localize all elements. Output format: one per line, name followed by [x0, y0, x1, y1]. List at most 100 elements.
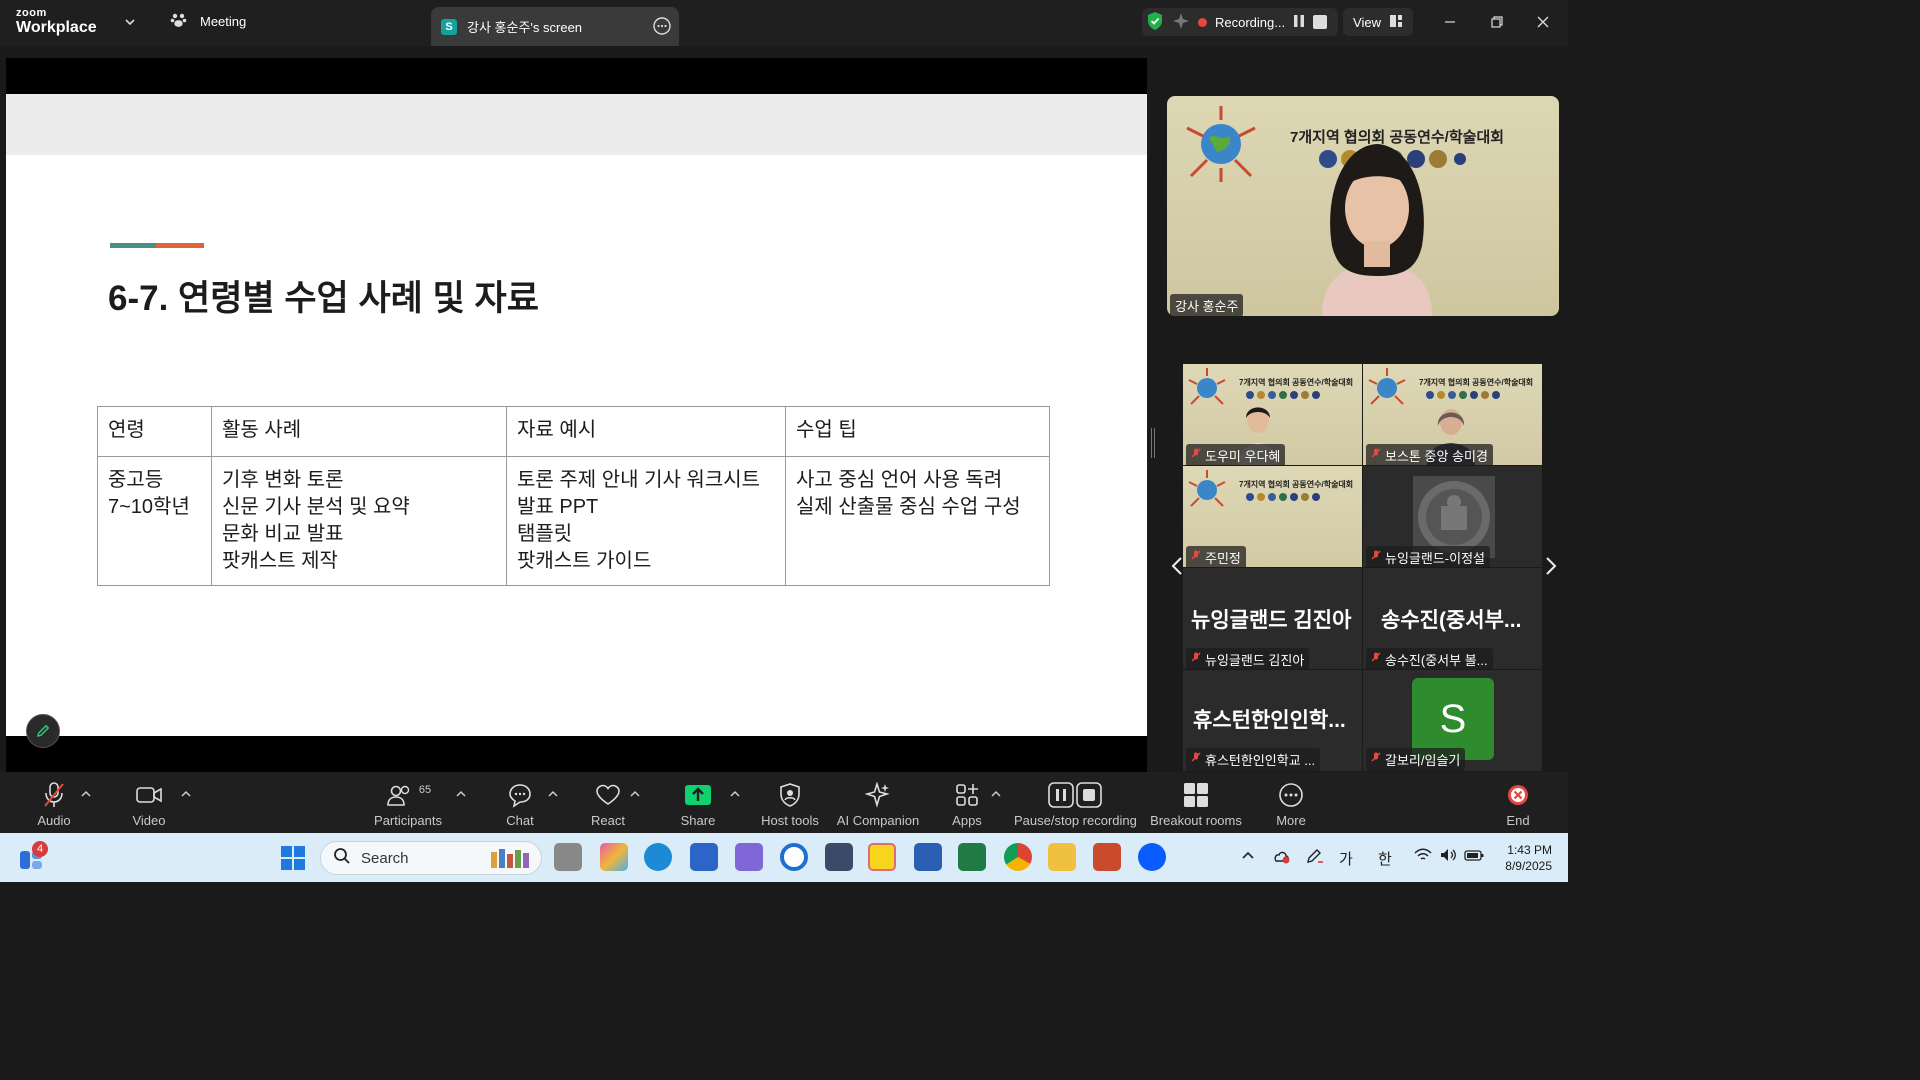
video-options-icon[interactable] [181, 790, 191, 801]
more-button[interactable]: More [1270, 780, 1312, 828]
kakaotalk-app-icon[interactable] [868, 843, 896, 871]
audio-options-icon[interactable] [81, 790, 91, 801]
participants-options-icon[interactable] [456, 790, 466, 801]
gallery-prev-icon[interactable] [1170, 556, 1184, 582]
chrome-app-icon[interactable] [1004, 843, 1032, 871]
apps-options-icon[interactable] [991, 790, 1001, 801]
presentation-slide: 6-7. 연령별 수업 사례 및 자료 연령 활동 사례 자료 예시 수업 팁 … [6, 94, 1147, 736]
chat-button[interactable]: Chat [500, 780, 540, 828]
audio-label: Audio [37, 813, 71, 828]
apps-button[interactable]: Apps [946, 780, 988, 828]
folder-app-icon[interactable] [1048, 843, 1076, 871]
ime-language[interactable]: 한 [1378, 848, 1392, 869]
word-app-icon[interactable] [914, 843, 942, 871]
restore-icon[interactable] [1486, 11, 1508, 33]
meeting-tab-label: Meeting [200, 14, 247, 29]
volume-icon[interactable] [1440, 848, 1458, 866]
host-tools-button[interactable]: Host tools [758, 780, 822, 828]
participants-button[interactable]: 65 Participants [370, 780, 446, 828]
circle-app-icon[interactable] [780, 843, 808, 871]
table-header-row: 연령 활동 사례 자료 예시 수업 팁 [97, 406, 1050, 457]
powerpoint-app-icon[interactable] [1093, 843, 1121, 871]
more-options-icon[interactable] [653, 17, 671, 38]
taskbar-search[interactable]: Search [320, 841, 542, 875]
participant-tile[interactable]: 뉴잉글랜드 김진아 뉴잉글랜드 김진아 [1183, 568, 1362, 669]
globe-logo-icon [1188, 368, 1226, 405]
participants-count: 65 [418, 784, 432, 796]
pause-stop-recording-button[interactable]: Pause/stop recording [1014, 780, 1137, 828]
tab-shared-screen[interactable]: S 강사 홍순주's screen [431, 7, 679, 46]
panel-resize-handle[interactable] [1151, 428, 1155, 458]
participant-tile[interactable]: 뉴잉글랜드-이정설 [1363, 466, 1542, 567]
react-options-icon[interactable] [630, 790, 640, 801]
battery-icon[interactable] [1464, 848, 1484, 866]
notepad-app-icon[interactable] [735, 843, 763, 871]
participant-display-name: 뉴잉글랜드 김진아 [1191, 609, 1352, 632]
ai-sparkle-icon[interactable] [1172, 12, 1190, 33]
wifi-icon[interactable] [1414, 848, 1432, 866]
gallery-next-icon[interactable] [1544, 556, 1558, 582]
cell-line: 신문 기사 분석 및 요약 [222, 496, 410, 518]
cell-line: 팟캐스트 가이드 [517, 550, 652, 572]
excel-app-icon[interactable] [958, 843, 986, 871]
breakout-rooms-button[interactable]: Breakout rooms [1150, 780, 1242, 828]
chevron-down-icon[interactable] [124, 15, 136, 33]
tile-banner-text: 7개지역 협의회 공동연수/학술대회 [1239, 480, 1354, 489]
participant-name: 송수진(중서부 볼... [1385, 653, 1488, 668]
tile-name-tag: 도우미 우다혜 [1186, 444, 1286, 465]
participant-tile[interactable]: 7개지역 협의회 공동연수/학술대회 주민정 [1183, 466, 1362, 567]
screenshot-app-icon[interactable] [825, 843, 853, 871]
zoom-workplace-logo[interactable]: zoom Workplace [16, 8, 97, 36]
video-label: Video [132, 813, 166, 828]
audio-button[interactable]: Audio [30, 780, 78, 828]
view-button[interactable]: View [1343, 8, 1413, 36]
stop-recording-icon[interactable] [1313, 15, 1328, 29]
chevron-up-icon[interactable] [1241, 848, 1255, 865]
participant-tile[interactable]: S 갈보리/임슬기 [1363, 670, 1542, 771]
zoom-app-icon[interactable] [1138, 843, 1166, 871]
muted-mic-icon [1371, 652, 1381, 667]
grid-view-icon [1389, 14, 1403, 31]
share-button[interactable]: Share [678, 780, 718, 828]
ime-hangul-mode[interactable]: 가 [1339, 848, 1353, 869]
participant-tile[interactable]: 송수진(중서부... 송수진(중서부 볼... [1363, 568, 1542, 669]
cell-line: 실제 산출물 중심 수업 구성 [796, 496, 1021, 518]
video-button[interactable]: Video [126, 780, 172, 828]
participant-display-name: 송수진(중서부... [1381, 609, 1522, 632]
pause-recording-icon[interactable] [1293, 14, 1305, 31]
windows-start-icon[interactable] [280, 845, 306, 876]
share-label: Share [680, 813, 716, 828]
pen-input-icon[interactable] [1305, 848, 1325, 868]
muted-mic-icon [1371, 550, 1381, 565]
store-app-icon[interactable] [690, 843, 718, 871]
participant-tile[interactable]: 휴스턴한인인학... 휴스턴한인인학교 ... [1183, 670, 1362, 771]
file-manager-app-icon[interactable] [554, 843, 582, 871]
tab-meeting[interactable]: Meeting [170, 12, 246, 31]
share-options-icon[interactable] [730, 790, 740, 801]
header-tips: 수업 팁 [785, 406, 1050, 457]
participant-tile[interactable]: 7개지역 협의회 공동연수/학술대회 도우미 우다혜 [1183, 364, 1362, 465]
participant-tile[interactable]: 7개지역 협의회 공동연수/학술대회 보스톤 중앙 송미경 [1363, 364, 1542, 465]
react-button[interactable]: React [588, 780, 628, 828]
meeting-toolbar: Audio Video 65 Participants Chat React S… [0, 772, 1568, 833]
end-meeting-button[interactable]: End [1500, 780, 1536, 828]
shield-check-icon[interactable] [1146, 11, 1164, 34]
edge-browser-icon[interactable] [644, 843, 672, 871]
participant-name: 보스톤 중앙 송미경 [1385, 449, 1488, 464]
minimize-icon[interactable] [1439, 11, 1461, 33]
active-speaker-video[interactable]: 7개지역 협의회 공동연수/학술대회 강사 홍순주 [1167, 96, 1559, 316]
participant-name: 뉴잉글랜드 김진아 [1205, 653, 1305, 668]
screen-tab-label: 강사 홍순주's screen [467, 20, 583, 35]
tile-name-tag: 휴스턴한인인학교 ... [1186, 748, 1321, 771]
seal-logos-row [1426, 391, 1500, 399]
taskbar-clock[interactable]: 1:43 PM 8/9/2025 [1496, 842, 1552, 874]
close-icon[interactable] [1532, 11, 1554, 33]
copilot-app-icon[interactable] [600, 843, 628, 871]
chat-options-icon[interactable] [548, 790, 558, 801]
annotate-pencil-icon[interactable] [26, 714, 60, 748]
cell-tips: 사고 중심 언어 사용 독려 실제 산출물 중심 수업 구성 [785, 456, 1050, 586]
participant-name: 주민정 [1205, 551, 1241, 566]
cloud-sync-icon[interactable] [1271, 848, 1291, 868]
ai-companion-button[interactable]: AI Companion [836, 780, 920, 828]
apps-label: Apps [952, 813, 982, 828]
